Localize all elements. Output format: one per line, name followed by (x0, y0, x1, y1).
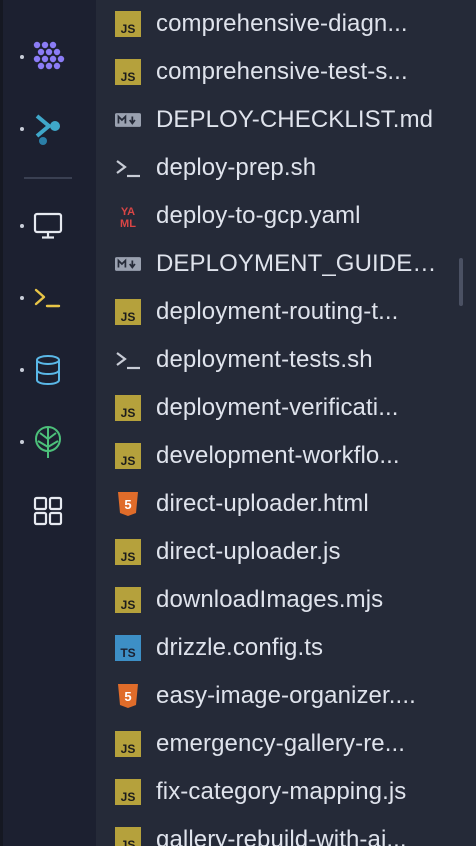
file-item[interactable]: 5 easy-image-organizer.... (96, 672, 462, 720)
js-file-icon: JS (115, 827, 141, 846)
svg-text:JS: JS (121, 598, 136, 612)
deploy-agent-icon (35, 114, 60, 145)
js-file-icon: JS (115, 299, 141, 325)
extensions-button[interactable] (18, 489, 78, 533)
file-name: gallery-rebuild-with-ai... (156, 826, 407, 846)
indicator-dot (20, 127, 24, 131)
file-item[interactable]: JS fix-category-mapping.js (96, 768, 462, 816)
deploy-agent-button[interactable] (18, 107, 78, 151)
html-file-icon: 5 (118, 684, 138, 708)
explorer-scrollbar-thumb[interactable] (459, 258, 463, 306)
git-tree-icon (35, 426, 61, 458)
file-name: downloadImages.mjs (156, 586, 384, 613)
file-name: deploy-to-gcp.yaml (156, 202, 361, 229)
shell-file-icon (116, 352, 140, 370)
apps-icon (33, 41, 65, 70)
indicator-dot (20, 296, 24, 300)
file-item[interactable]: TS drizzle.config.ts (96, 624, 462, 672)
file-item[interactable]: 5 direct-uploader.html (96, 480, 462, 528)
file-name: direct-uploader.html (156, 490, 369, 517)
js-file-icon: JS (115, 587, 141, 613)
svg-text:JS: JS (121, 406, 136, 420)
file-item[interactable]: JS emergency-gallery-re... (96, 720, 462, 768)
file-name: comprehensive-test-s... (156, 58, 408, 85)
svg-text:JS: JS (121, 22, 136, 36)
js-file-icon: JS (115, 539, 141, 565)
file-name: deployment-verificati... (156, 394, 399, 421)
markdown-file-icon (115, 257, 141, 271)
file-item[interactable]: DEPLOY-CHECKLIST.md (96, 96, 462, 144)
svg-text:JS: JS (121, 742, 136, 756)
indicator-dot (20, 440, 24, 444)
ts-file-icon: TS (115, 635, 141, 661)
shell-file-icon (116, 160, 140, 178)
js-file-icon: JS (115, 731, 141, 757)
svg-text:5: 5 (124, 497, 131, 512)
file-name: deployment-routing-t... (156, 298, 399, 325)
svg-text:JS: JS (121, 454, 136, 468)
file-name: deployment-tests.sh (156, 346, 373, 373)
file-name: drizzle.config.ts (156, 634, 324, 661)
file-item[interactable]: deployment-tests.sh (96, 336, 462, 384)
monitor-button[interactable] (18, 204, 78, 248)
file-item[interactable]: JS development-workflo... (96, 432, 462, 480)
svg-text:JS: JS (121, 790, 136, 804)
activity-divider (24, 177, 72, 179)
js-file-icon: JS (115, 59, 141, 85)
file-name: development-workflo... (156, 442, 400, 469)
file-item[interactable]: DEPLOYMENT_GUIDE.... (96, 240, 462, 288)
terminal-button[interactable] (18, 276, 78, 320)
file-item[interactable]: JS gallery-rebuild-with-ai... (96, 816, 462, 846)
indicator-dot (20, 368, 24, 372)
file-item[interactable]: JS comprehensive-diagn... (96, 0, 462, 48)
file-name: comprehensive-diagn... (156, 10, 408, 37)
terminal-icon (34, 288, 61, 308)
file-item[interactable]: JS deployment-verificati... (96, 384, 462, 432)
file-name: DEPLOY-CHECKLIST.md (156, 106, 434, 133)
file-item[interactable]: JS comprehensive-test-s... (96, 48, 462, 96)
database-icon (36, 355, 60, 386)
svg-text:JS: JS (121, 310, 136, 324)
svg-text:YA: YA (121, 206, 135, 218)
html-file-icon: 5 (118, 492, 138, 516)
activity-bar (0, 0, 96, 846)
svg-text:JS: JS (121, 550, 136, 564)
svg-text:ML: ML (120, 218, 136, 229)
markdown-file-icon (115, 113, 141, 127)
file-explorer: JS comprehensive-diagn... JS comprehensi… (96, 0, 476, 846)
js-file-icon: JS (115, 395, 141, 421)
indicator-dot (20, 55, 24, 59)
apps-button[interactable] (18, 35, 78, 79)
yaml-file-icon: YAML (120, 206, 136, 229)
file-name: deploy-prep.sh (156, 154, 317, 181)
file-name: easy-image-organizer.... (156, 682, 416, 709)
database-button[interactable] (18, 348, 78, 392)
file-item[interactable]: YA ML deploy-to-gcp.yaml (96, 192, 462, 240)
js-file-icon: JS (115, 443, 141, 469)
js-file-icon: JS (115, 11, 141, 37)
file-name: DEPLOYMENT_GUIDE.... (156, 250, 438, 277)
file-item[interactable]: JS direct-uploader.js (96, 528, 462, 576)
file-item[interactable]: JS deployment-routing-t... (96, 288, 462, 336)
svg-text:JS: JS (121, 838, 136, 846)
file-item[interactable]: JS downloadImages.mjs (96, 576, 462, 624)
file-item[interactable]: deploy-prep.sh (96, 144, 462, 192)
svg-text:5: 5 (124, 689, 131, 704)
file-name: fix-category-mapping.js (156, 778, 407, 805)
file-name: direct-uploader.js (156, 538, 341, 565)
git-tree-button[interactable] (18, 420, 78, 464)
monitor-icon (33, 212, 63, 239)
extensions-grid-icon (33, 496, 63, 526)
ide-window: JS comprehensive-diagn... JS comprehensi… (0, 0, 476, 846)
file-name: emergency-gallery-re... (156, 730, 406, 757)
js-file-icon: JS (115, 779, 141, 805)
indicator-dot (20, 224, 24, 228)
svg-text:JS: JS (121, 70, 136, 84)
svg-text:TS: TS (120, 646, 135, 660)
